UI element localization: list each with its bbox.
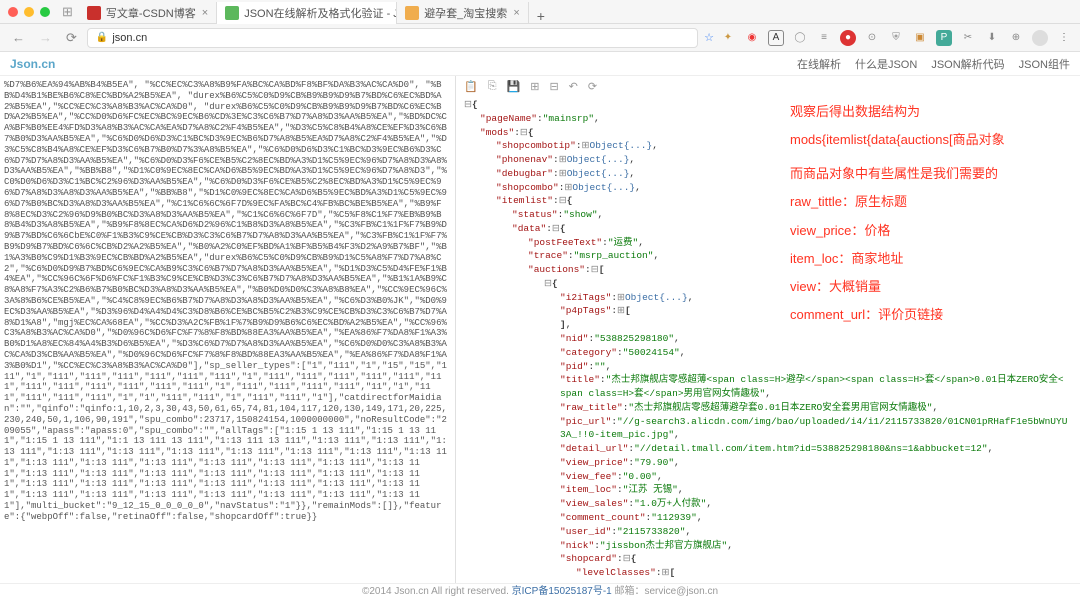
close-icon[interactable]: ×	[202, 7, 208, 19]
ext-icon-p[interactable]: P	[936, 30, 952, 46]
maximize-window[interactable]	[40, 7, 50, 17]
close-icon[interactable]: ×	[513, 7, 519, 19]
minimize-window[interactable]	[24, 7, 34, 17]
traffic-lights	[8, 7, 50, 17]
favicon-csdn	[87, 6, 101, 20]
back-button[interactable]: ←	[8, 30, 29, 45]
footer-icp-link[interactable]: 京ICP备15025187号-1	[512, 586, 612, 597]
footer-copyright: ©2014 Json.cn All right reserved.	[362, 586, 509, 597]
footer: ©2014 Json.cn All right reserved. 京ICP备1…	[0, 583, 1080, 599]
nav-link-whatis[interactable]: 什么是JSON	[855, 56, 917, 72]
url-input[interactable]: 🔒 json.cn	[87, 28, 698, 48]
ext-icon-2[interactable]: ◉	[744, 30, 760, 46]
refresh-icon[interactable]: ⟳	[588, 80, 597, 93]
ext-icon-8[interactable]: ⛨	[888, 30, 904, 46]
ext-icon-1[interactable]: ✦	[720, 30, 736, 46]
nav-link-component[interactable]: JSON组件	[1019, 56, 1070, 72]
nav-link-parse[interactable]: 在线解析	[797, 56, 841, 72]
tab-list: 写文章-CSDN博客 × JSON在线解析及格式化验证 - J × 避孕套_淘宝…	[79, 0, 1072, 24]
anno-line5: view_price：价格	[790, 221, 1070, 241]
ext-icon-13[interactable]: ⊕	[1008, 30, 1024, 46]
avatar-icon[interactable]	[1032, 30, 1048, 46]
main-split: %D7%B6%EA%94%AB%B4%B5EA", "%CC%EC%C3%A8%…	[0, 76, 1080, 583]
favicon-taobao	[405, 6, 419, 20]
save-icon[interactable]: 💾	[507, 80, 521, 93]
copy-icon[interactable]: 📋	[464, 80, 478, 93]
favicon-json	[225, 6, 239, 20]
nav-links: 在线解析 什么是JSON JSON解析代码 JSON组件	[797, 56, 1070, 72]
address-bar: ← → ⟳ 🔒 json.cn ☆ ✦ ◉ A ◯ ≡ ● ⊙ ⛨ ▣ P ✂ …	[0, 24, 1080, 52]
url-text: json.cn	[112, 32, 147, 44]
anno-line8: comment_url：评价页链接	[790, 305, 1070, 325]
ext-icon-a[interactable]: A	[768, 30, 784, 46]
formatted-json-output: 📋 ⎘ 💾 ⊞ ⊟ ↶ ⟳ 观察后得出数据结构为 mods{itemlist{d…	[455, 76, 1080, 583]
anno-line2: mods{itemlist{data{auctions[商品对象	[790, 130, 1070, 150]
ext-icon-9[interactable]: ▣	[912, 30, 928, 46]
new-tab-button[interactable]: +	[529, 8, 553, 24]
anno-line7: view：大概销量	[790, 277, 1070, 297]
tab-title: 写文章-CSDN博客	[106, 5, 196, 21]
extension-icons: ✦ ◉ A ◯ ≡ ● ⊙ ⛨ ▣ P ✂ ⬇ ⊕ ⋮	[720, 30, 1072, 46]
ext-icon-7[interactable]: ⊙	[864, 30, 880, 46]
expand-icon[interactable]: ⊞	[530, 80, 539, 93]
forward-button[interactable]: →	[35, 30, 56, 45]
ext-icon-4[interactable]: ◯	[792, 30, 808, 46]
menu-icon[interactable]: ⋮	[1056, 30, 1072, 46]
overflow-tabs-icon[interactable]: ⊞	[62, 4, 73, 20]
anno-line4: raw_tittle：原生标题	[790, 192, 1070, 212]
nav-link-code[interactable]: JSON解析代码	[931, 56, 1004, 72]
tab-csdn[interactable]: 写文章-CSDN博客 ×	[79, 2, 217, 24]
ext-icon-5[interactable]: ≡	[816, 30, 832, 46]
site-logo[interactable]: Json.cn	[10, 57, 55, 71]
undo-icon[interactable]: ↶	[569, 80, 578, 93]
footer-mail: 邮箱：service@json.cn	[615, 586, 719, 597]
tab-title: JSON在线解析及格式化验证 - J	[244, 5, 397, 21]
ext-icon-11[interactable]: ✂	[960, 30, 976, 46]
anno-line6: item_loc：商家地址	[790, 249, 1070, 269]
collapse-icon[interactable]: ⊟	[549, 80, 558, 93]
site-header: Json.cn 在线解析 什么是JSON JSON解析代码 JSON组件	[0, 52, 1080, 76]
reload-button[interactable]: ⟳	[62, 30, 81, 46]
tab-bar: ⊞ 写文章-CSDN博客 × JSON在线解析及格式化验证 - J × 避孕套_…	[0, 0, 1080, 24]
raw-json-input[interactable]: %D7%B6%EA%94%AB%B4%B5EA", "%CC%EC%C3%A8%…	[0, 76, 455, 583]
anno-line3: 而商品对象中有些属性是我们需要的	[790, 164, 1070, 184]
tab-json-cn[interactable]: JSON在线解析及格式化验证 - J ×	[217, 2, 397, 24]
json-toolbar: 📋 ⎘ 💾 ⊞ ⊟ ↶ ⟳	[456, 76, 1080, 96]
star-icon[interactable]: ☆	[704, 31, 714, 44]
anno-line1: 观察后得出数据结构为	[790, 102, 1070, 122]
annotation-overlay: 观察后得出数据结构为 mods{itemlist{data{auctions[商…	[790, 102, 1070, 333]
tab-taobao[interactable]: 避孕套_淘宝搜索 ×	[397, 2, 529, 24]
ext-icon-12[interactable]: ⬇	[984, 30, 1000, 46]
copy2-icon[interactable]: ⎘	[488, 80, 497, 93]
close-window[interactable]	[8, 7, 18, 17]
ext-icon-abp[interactable]: ●	[840, 30, 856, 46]
tab-title: 避孕套_淘宝搜索	[424, 5, 507, 21]
lock-icon: 🔒	[96, 32, 108, 43]
